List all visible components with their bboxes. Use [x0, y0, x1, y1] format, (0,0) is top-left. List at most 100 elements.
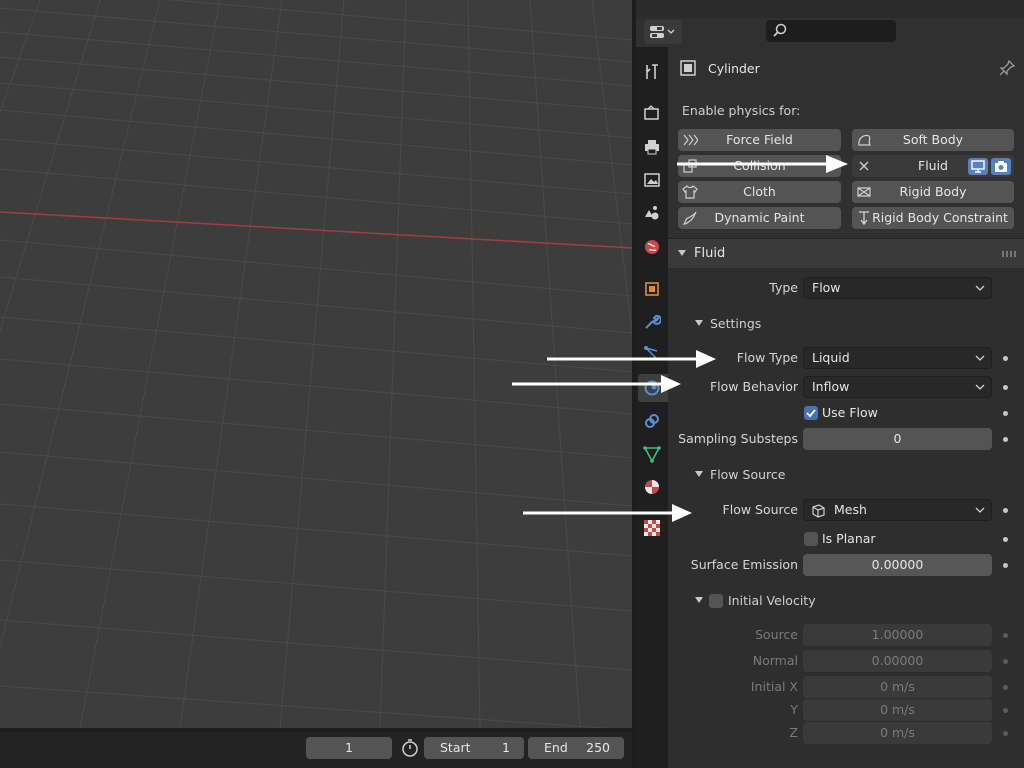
cloth-button[interactable]: Cloth — [678, 181, 841, 203]
source-field[interactable]: 1.00000 — [803, 624, 992, 646]
animate-property-dot[interactable] — [1003, 437, 1008, 442]
animate-property-dot[interactable] — [1003, 685, 1008, 690]
animate-property-dot[interactable] — [1003, 537, 1008, 542]
3d-viewport[interactable] — [0, 0, 632, 728]
material-icon — [645, 480, 659, 494]
fluid-button[interactable]: Fluid — [852, 155, 1014, 177]
rigid-body-constraint-button[interactable]: Rigid Body Constraint — [852, 207, 1014, 229]
dynamic-paint-button[interactable]: Dynamic Paint — [678, 207, 841, 229]
animate-property-dot[interactable] — [1003, 385, 1008, 390]
force-field-button[interactable]: Force Field — [678, 129, 841, 151]
start-value: 1 — [502, 740, 510, 755]
particles-icon — [644, 346, 659, 361]
chevron-down-icon — [975, 507, 985, 513]
checkmark-icon — [806, 409, 816, 418]
object-name: Cylinder — [708, 61, 760, 76]
chevron-down-icon — [975, 355, 985, 361]
fluid-panel-header[interactable]: Fluid — [668, 238, 1024, 268]
source-label: Source — [755, 627, 798, 642]
soft-body-button[interactable]: Soft Body — [852, 129, 1014, 151]
tab-object[interactable] — [638, 275, 666, 303]
start-frame-field[interactable]: Start 1 — [424, 737, 524, 759]
rigid-body-constraint-label: Rigid Body Constraint — [872, 210, 1008, 225]
brush-icon — [682, 211, 697, 225]
tab-material[interactable] — [638, 473, 666, 501]
printer-icon — [645, 140, 659, 155]
fluid-type-dropdown[interactable]: Flow — [803, 277, 992, 299]
surface-emission-label: Surface Emission — [690, 557, 798, 572]
flow-behavior-label: Flow Behavior — [709, 379, 798, 394]
collision-icon — [683, 159, 697, 173]
initial-x-field[interactable]: 0 m/s — [803, 676, 992, 698]
chevron-down-icon — [975, 285, 985, 291]
force-field-icon — [683, 134, 698, 146]
flow-type-value: Liquid — [812, 350, 850, 365]
cloth-label: Cloth — [743, 184, 776, 199]
remove-x-icon[interactable] — [856, 158, 872, 174]
initial-velocity-subpanel-header[interactable]: Initial Velocity — [668, 587, 1024, 615]
camera-icon — [995, 161, 1007, 172]
properties-header — [636, 18, 1024, 47]
tab-modifiers[interactable] — [638, 308, 666, 336]
sampling-substeps-field[interactable]: 0 — [803, 428, 992, 450]
initial-y-field[interactable]: 0 m/s — [803, 699, 992, 721]
editor-type-button[interactable] — [644, 20, 682, 44]
tab-particles[interactable] — [638, 340, 666, 368]
dynamic-paint-label: Dynamic Paint — [714, 210, 805, 225]
rigid-body-button[interactable]: Rigid Body — [852, 181, 1014, 203]
initial-velocity-checkbox[interactable] — [709, 594, 723, 608]
flow-type-label: Flow Type — [736, 350, 798, 365]
tab-texture[interactable] — [638, 514, 666, 542]
tab-render[interactable] — [638, 99, 666, 127]
settings-subpanel-header[interactable]: Settings — [668, 310, 1024, 338]
pin-icon[interactable] — [998, 59, 1016, 77]
animate-property-dot[interactable] — [1003, 708, 1008, 713]
stopwatch-icon[interactable] — [398, 737, 422, 759]
flow-source-dropdown[interactable]: Mesh — [803, 499, 992, 521]
world-icon — [645, 240, 659, 254]
use-flow-checkbox[interactable] — [804, 406, 818, 420]
z-label: Z — [789, 725, 798, 740]
y-label: Y — [790, 702, 798, 717]
tab-constraints[interactable] — [638, 407, 666, 435]
fluid-panel-title: Fluid — [694, 246, 726, 261]
animate-property-dot[interactable] — [1003, 508, 1008, 513]
animate-property-dot[interactable] — [1003, 731, 1008, 736]
tab-physics[interactable] — [638, 374, 668, 402]
current-frame-field[interactable]: 1 — [306, 737, 392, 759]
tab-tool[interactable] — [638, 58, 666, 86]
animate-property-dot[interactable] — [1003, 563, 1008, 568]
properties-search-input[interactable] — [766, 20, 896, 42]
show-render-toggle[interactable] — [991, 158, 1011, 175]
tab-view-layer[interactable] — [638, 166, 666, 194]
animate-property-dot[interactable] — [1003, 356, 1008, 361]
collision-label: Collision — [733, 158, 786, 173]
x-axis-line — [0, 211, 632, 249]
tab-data[interactable] — [638, 440, 666, 468]
tool-icon — [646, 64, 658, 79]
flow-source-subpanel-header[interactable]: Flow Source — [668, 461, 1024, 489]
tab-scene[interactable] — [638, 199, 666, 227]
animate-property-dot[interactable] — [1003, 659, 1008, 664]
initial-x-label: Initial X — [750, 679, 798, 694]
flow-behavior-dropdown[interactable]: Inflow — [803, 376, 992, 398]
search-icon — [773, 23, 787, 37]
flow-type-dropdown[interactable]: Liquid — [803, 347, 992, 369]
is-planar-checkbox[interactable] — [804, 532, 818, 546]
object-icon — [645, 282, 659, 296]
initial-velocity-subpanel-title: Initial Velocity — [728, 593, 816, 608]
mesh-cube-icon — [812, 504, 825, 518]
initial-z-field[interactable]: 0 m/s — [803, 722, 992, 744]
surface-emission-field[interactable]: 0.00000 — [803, 554, 992, 576]
normal-field[interactable]: 0.00000 — [803, 650, 992, 672]
animate-property-dot[interactable] — [1003, 411, 1008, 416]
animate-property-dot[interactable] — [1003, 633, 1008, 638]
show-viewport-toggle[interactable] — [968, 158, 988, 175]
tab-output[interactable] — [638, 133, 666, 161]
viewport-grid — [0, 0, 632, 728]
collision-button[interactable]: Collision — [678, 155, 841, 177]
timeline-bar: 1 Start 1 End 250 — [0, 732, 632, 768]
end-frame-field[interactable]: End 250 — [528, 737, 624, 759]
drag-handle-icon[interactable] — [1002, 251, 1016, 257]
tab-world[interactable] — [638, 233, 666, 261]
